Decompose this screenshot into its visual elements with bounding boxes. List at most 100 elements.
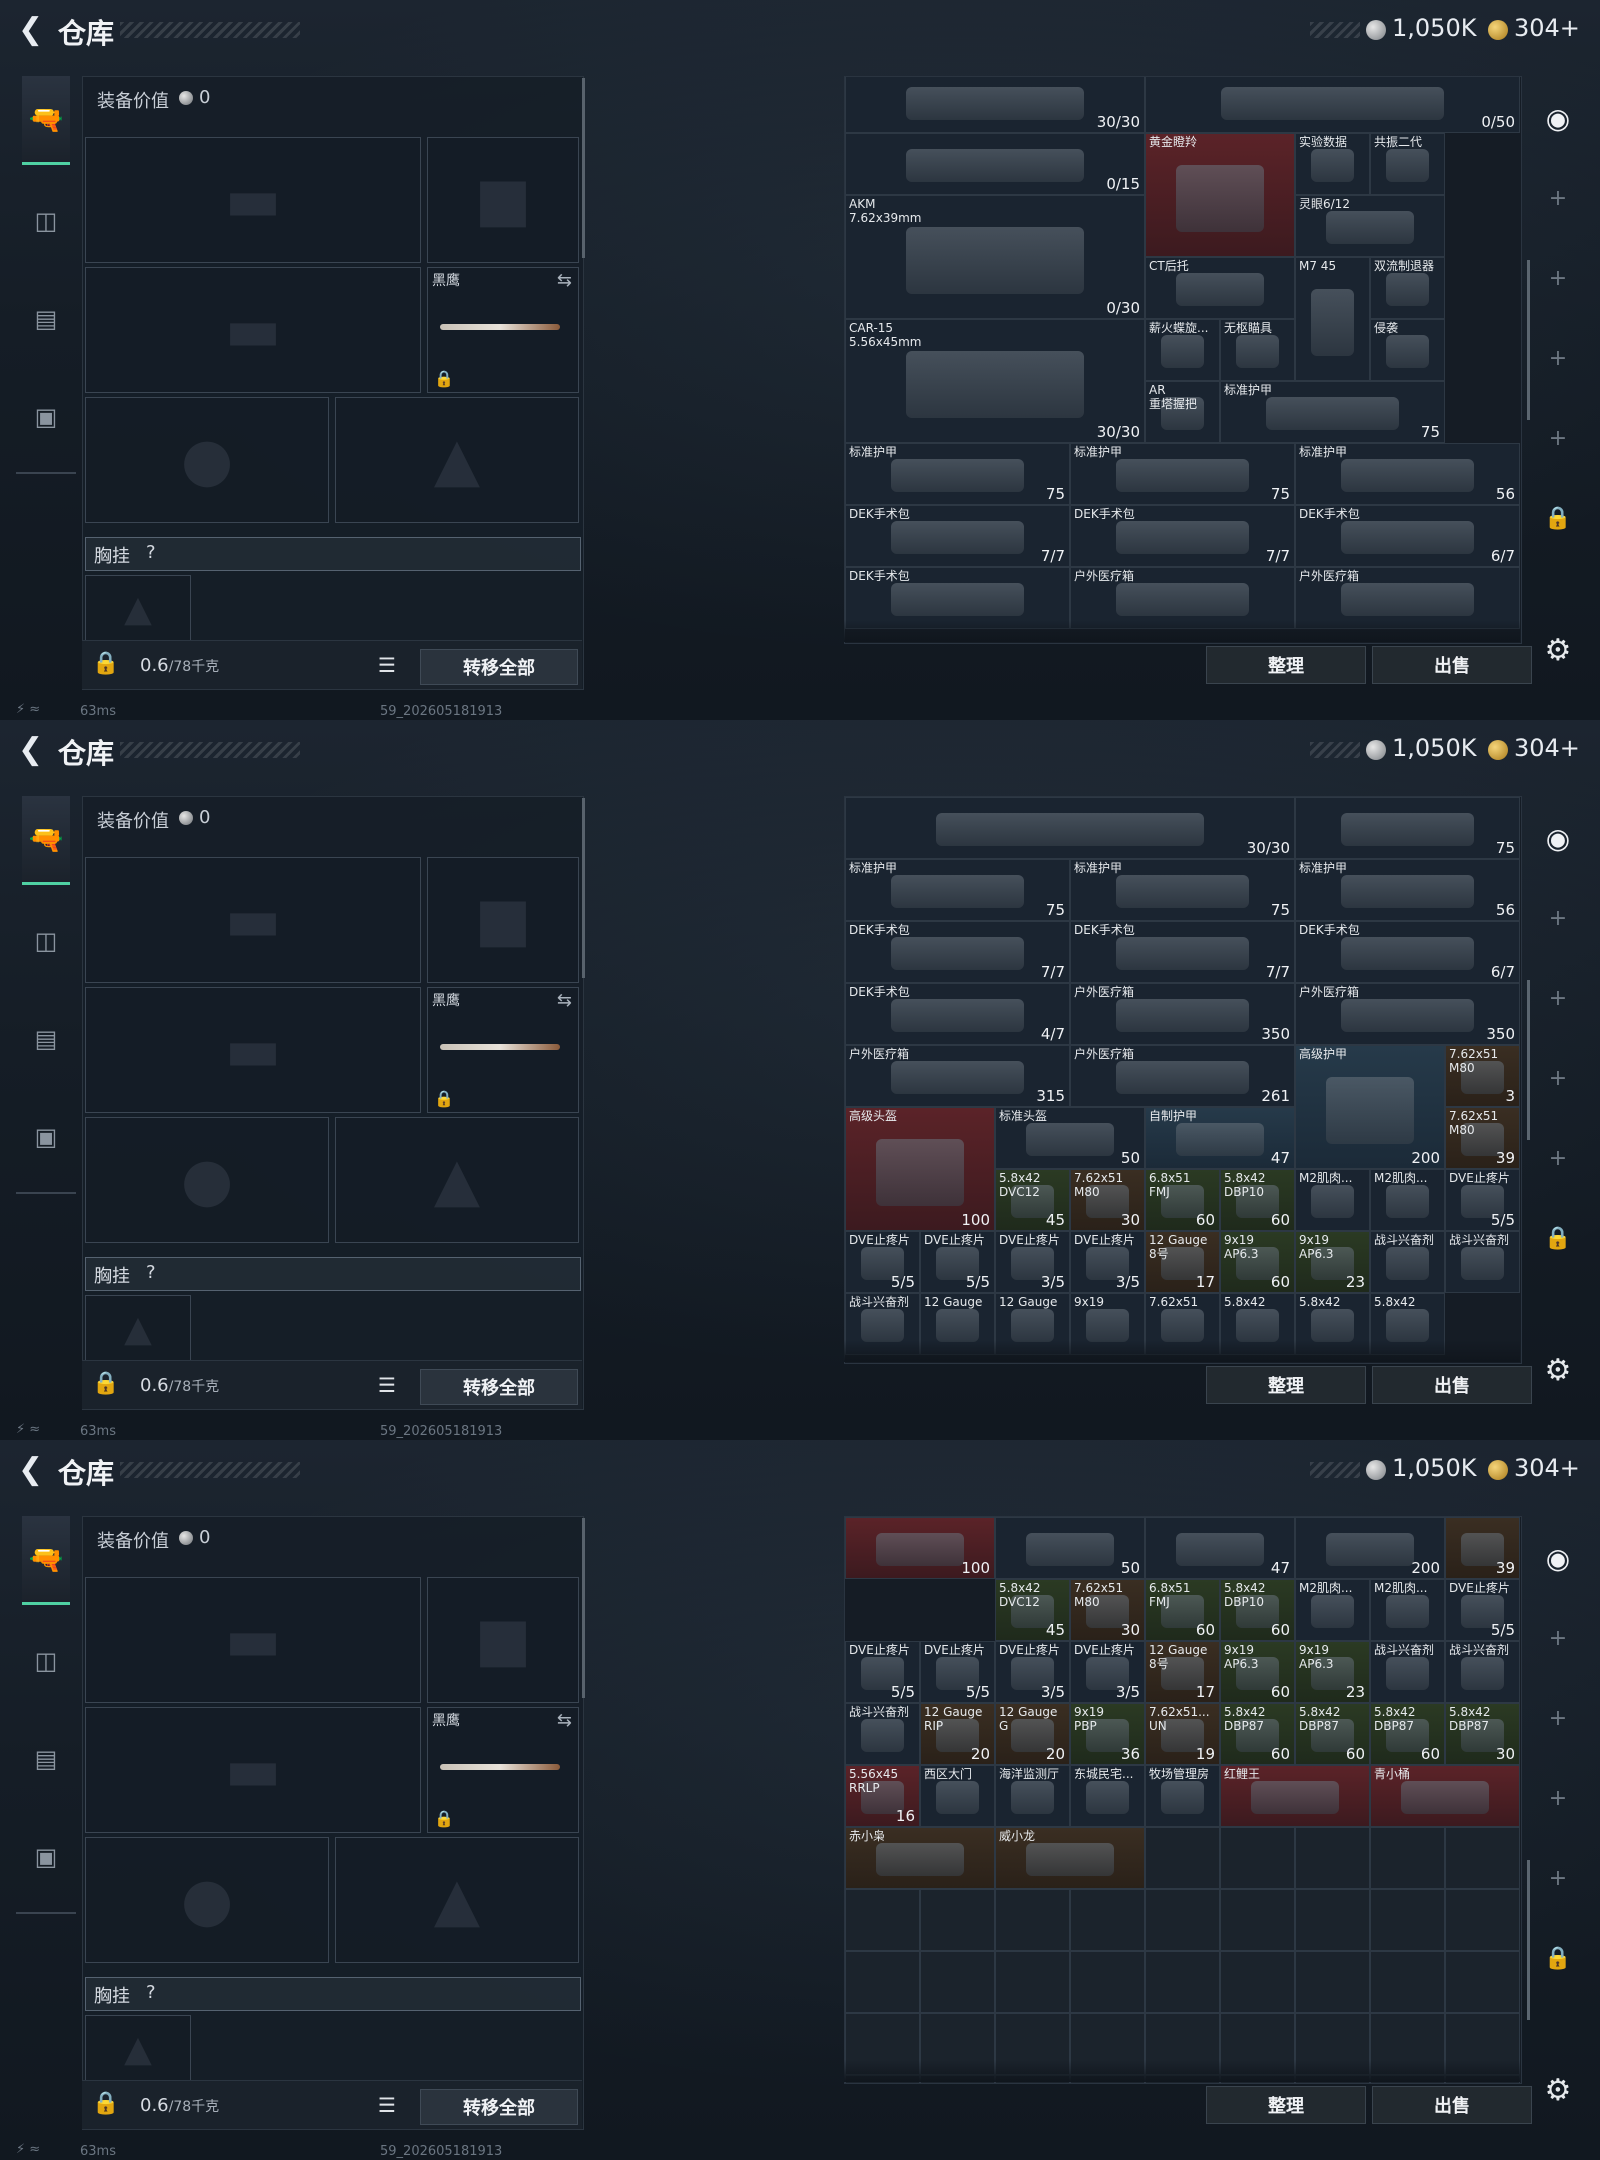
stash-item[interactable]: 户外医疗箱 350 (1295, 983, 1520, 1045)
plus-icon[interactable]: + (1540, 420, 1576, 456)
list-icon[interactable]: ☰ (378, 653, 396, 677)
armor-slot[interactable]: ▲ (335, 1117, 579, 1243)
stash-item[interactable]: 户外医疗箱 (1295, 567, 1520, 629)
stash-item[interactable]: M2肌肉... (1370, 1169, 1445, 1231)
stash-grid[interactable]: 50 47 200 39 100 5.8x42 DVC12 45 7.62x51 M80 30 6… (844, 1516, 1522, 2084)
stash-item[interactable]: 5.8x42 (1220, 1293, 1295, 1355)
stash-item[interactable]: DEK手术包 7/7 (845, 921, 1070, 983)
plus-icon[interactable]: + (1540, 340, 1576, 376)
stash-item[interactable]: 5.8x42 DBP87 60 (1295, 1703, 1370, 1765)
stash-item[interactable]: 5.8x42 DBP87 30 (1445, 1703, 1520, 1765)
empty-slot[interactable] (1145, 1951, 1220, 2013)
stash-item[interactable]: 标准护甲 75 (1070, 859, 1295, 921)
stash-item[interactable]: 7.62x51 M80 3 (1445, 1045, 1520, 1107)
plus-icon[interactable]: + (1540, 260, 1576, 296)
gold-currency-value[interactable]: 304+ (1514, 1454, 1580, 1482)
secondary-weapon-slot[interactable]: ▬ (85, 267, 421, 393)
helmet-slot[interactable]: ● (85, 1837, 329, 1963)
stash-item[interactable]: DEK手术包 7/7 (1070, 921, 1295, 983)
stash-item[interactable]: 5.8x42 (1370, 1293, 1445, 1355)
helmet-slot[interactable]: ● (85, 397, 329, 523)
sort-button[interactable]: 整理 (1206, 2086, 1366, 2124)
gold-currency-value[interactable]: 304+ (1514, 14, 1580, 42)
helmet-filter-icon[interactable]: ◉ (1540, 100, 1576, 136)
stash-item[interactable]: 9x19 (1070, 1293, 1145, 1355)
sell-button[interactable]: 出售 (1372, 646, 1532, 684)
stash-item[interactable]: 西区大门 (920, 1765, 995, 1827)
empty-slot[interactable] (1220, 1889, 1295, 1951)
empty-slot[interactable] (1370, 1827, 1445, 1889)
stash-item[interactable]: 战斗兴奋剂 (1370, 1641, 1445, 1703)
stash-item[interactable]: 战斗兴奋剂 (845, 1293, 920, 1355)
list-icon[interactable]: ☰ (378, 1373, 396, 1397)
empty-slot[interactable] (1145, 1889, 1220, 1951)
list-icon[interactable]: ☰ (378, 2093, 396, 2117)
stash-item[interactable]: 高级护甲 200 (1295, 1045, 1445, 1169)
empty-slot[interactable] (845, 1951, 920, 2013)
stash-item[interactable]: M2肌肉... (1295, 1169, 1370, 1231)
primary-weapon-slot[interactable]: ▬ (85, 1577, 421, 1703)
stash-item[interactable]: 红鲤王 (1220, 1765, 1370, 1827)
stash-item[interactable]: 东城民宅... (1070, 1765, 1145, 1827)
stash-item[interactable]: 9x19 AP6.3 23 (1295, 1641, 1370, 1703)
stash-item[interactable]: 户外医疗箱 261 (1070, 1045, 1295, 1107)
stash-item[interactable]: DVE止疼片 3/5 (995, 1641, 1070, 1703)
secondary-weapon-slot[interactable]: ▬ (85, 987, 421, 1113)
plus-icon[interactable]: + (1540, 1140, 1576, 1176)
stash-item[interactable]: DVE止疼片 3/5 (1070, 1641, 1145, 1703)
empty-slot[interactable] (845, 2013, 920, 2075)
tab-case[interactable]: ▣ (22, 1814, 70, 1900)
help-icon[interactable]: ? (146, 1262, 156, 1283)
chest-rig-section[interactable]: 胸挂 ? (85, 1977, 581, 2011)
stash-item[interactable]: 5.8x42 DBP87 60 (1370, 1703, 1445, 1765)
stash-item[interactable]: 双流制退器 (1370, 257, 1445, 319)
lock-icon[interactable]: 🔒 (92, 651, 119, 676)
stash-item[interactable]: 9x19 AP6.3 60 (1220, 1641, 1295, 1703)
chevron-left-icon[interactable]: ❮ (18, 14, 46, 46)
gold-currency-value[interactable]: 304+ (1514, 734, 1580, 762)
empty-slot[interactable] (1145, 1827, 1220, 1889)
empty-slot[interactable] (995, 2013, 1070, 2075)
equipment-scrollbar[interactable] (582, 1518, 585, 1698)
empty-slot[interactable] (920, 1951, 995, 2013)
stash-item[interactable]: 标准护甲 75 (845, 859, 1070, 921)
help-icon[interactable]: ? (146, 1982, 156, 2003)
empty-slot[interactable] (1445, 1951, 1520, 2013)
stash-item[interactable]: 0/15 (845, 133, 1145, 195)
swap-icon[interactable]: ⇆ (557, 1710, 572, 1731)
stash-item[interactable]: 5.8x42 DBP87 60 (1220, 1703, 1295, 1765)
stash-item[interactable]: 标准头盔 50 (995, 1107, 1145, 1169)
stash-item[interactable]: CT后托 (1145, 257, 1295, 319)
empty-slot[interactable] (920, 2013, 995, 2075)
melee-slot[interactable]: 黑鹰 ⇆ 🔒 (427, 267, 579, 393)
empty-slot[interactable] (1370, 1951, 1445, 2013)
empty-slot[interactable] (1445, 2013, 1520, 2075)
swap-icon[interactable]: ⇆ (557, 990, 572, 1011)
empty-slot[interactable] (1145, 2013, 1220, 2075)
tab-backpack[interactable]: ▤ (22, 276, 70, 362)
stash-item[interactable]: 7.62x51... UN 19 (1145, 1703, 1220, 1765)
stash-item[interactable]: 战斗兴奋剂 (845, 1703, 920, 1765)
tab-backpack[interactable]: ▤ (22, 1716, 70, 1802)
stash-item[interactable]: 12 Gauge (995, 1293, 1070, 1355)
chest-rig-slot[interactable]: ▲ (85, 1295, 191, 1363)
empty-slot[interactable] (1070, 2075, 1145, 2083)
helmet-slot[interactable]: ● (85, 1117, 329, 1243)
stash-item[interactable]: DEK手术包 4/7 (845, 983, 1070, 1045)
stash-item[interactable]: 12 Gauge 8号 17 (1145, 1641, 1220, 1703)
stash-item[interactable]: DEK手术包 6/7 (1295, 505, 1520, 567)
stash-item[interactable]: 标准护甲 75 (845, 443, 1070, 505)
sell-button[interactable]: 出售 (1372, 2086, 1532, 2124)
stash-scrollbar[interactable] (1527, 1860, 1530, 2020)
empty-slot[interactable] (1445, 2075, 1520, 2083)
stash-item[interactable]: 战斗兴奋剂 (1445, 1231, 1520, 1293)
primary-weapon-slot[interactable]: ▬ (85, 857, 421, 983)
stash-item[interactable]: 黄金瞪羚 (1145, 133, 1295, 257)
helmet-filter-icon[interactable]: ◉ (1540, 820, 1576, 856)
help-icon[interactable]: ? (146, 542, 156, 563)
stash-item[interactable]: 青小桶 (1370, 1765, 1520, 1827)
empty-slot[interactable] (1220, 2075, 1295, 2083)
plus-icon[interactable]: + (1540, 1780, 1576, 1816)
plus-icon[interactable]: + (1540, 180, 1576, 216)
equipment-scrollbar[interactable] (582, 798, 585, 978)
